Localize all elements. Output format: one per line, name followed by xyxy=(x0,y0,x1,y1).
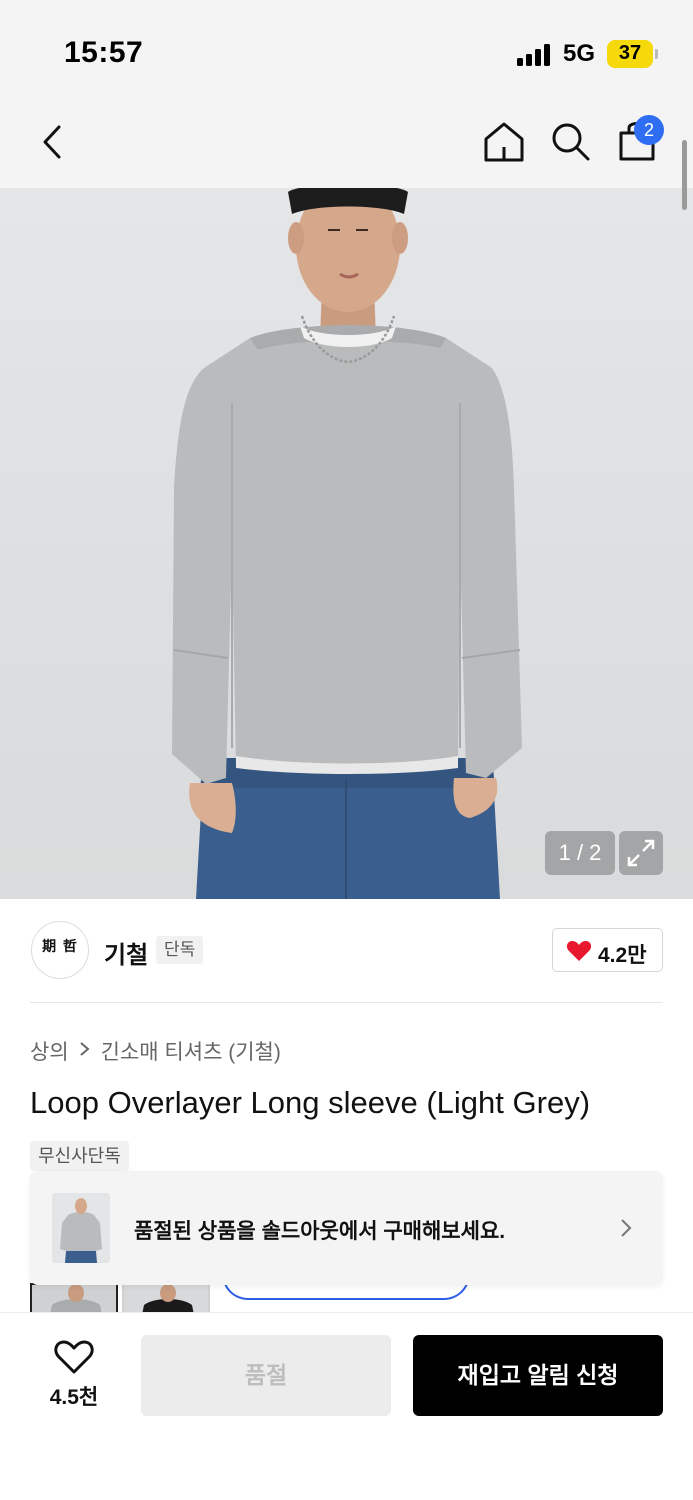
brand-name[interactable]: 기철 xyxy=(104,935,148,970)
heart-icon xyxy=(566,941,592,961)
status-time: 15:57 xyxy=(64,36,144,69)
soldout-toast[interactable]: 품절된 상품을 솔드아웃에서 구매해보세요. xyxy=(30,1171,663,1285)
battery-level: 37 xyxy=(618,42,642,64)
chevron-right-icon xyxy=(79,1041,90,1056)
toast-product-thumbnail xyxy=(52,1193,110,1263)
network-label: 5G xyxy=(563,40,596,67)
toast-message: 품절된 상품을 솔드아웃에서 구매해보세요. xyxy=(134,1220,506,1243)
chevron-left-icon xyxy=(43,125,61,159)
thumb-photo xyxy=(142,1285,194,1313)
signal-icon xyxy=(517,44,555,66)
home-button[interactable] xyxy=(482,118,526,166)
top-navigation xyxy=(0,100,693,188)
breadcrumb: 상의 긴소매 티셔츠 (기철) xyxy=(30,1036,281,1064)
search-button[interactable] xyxy=(548,118,592,166)
brand-like-button[interactable]: 4.2만 xyxy=(552,928,663,972)
breadcrumb-subcategory[interactable]: 긴소매 티셔츠 (기철) xyxy=(101,1036,281,1066)
brand-like-count: 4.2만 xyxy=(598,944,647,967)
bottom-action-bar: 4.5천 품절 재입고 알림 신청 xyxy=(0,1312,693,1500)
product-title: Loop Overlayer Long sleeve (Light Grey) xyxy=(30,1085,591,1120)
divider xyxy=(30,1002,663,1003)
expand-button[interactable] xyxy=(619,831,663,875)
battery-icon: 37 xyxy=(607,40,653,68)
expand-icon xyxy=(627,839,655,867)
status-bar: 15:57 5G 37 xyxy=(0,0,693,100)
soldout-button: 품절 xyxy=(141,1335,391,1416)
thumb-photo xyxy=(60,1198,102,1263)
image-page-counter: 1 / 2 xyxy=(545,831,615,875)
chevron-right-icon xyxy=(621,1219,632,1237)
brand-logo[interactable]: 期 哲 xyxy=(31,921,89,979)
product-image[interactable] xyxy=(0,188,693,899)
breadcrumb-category[interactable]: 상의 xyxy=(30,1036,69,1066)
brand-logo-text: 期 哲 xyxy=(42,939,78,955)
exclusive-tag: 무신사단독 xyxy=(30,1141,129,1171)
back-button[interactable] xyxy=(34,120,74,164)
product-photo xyxy=(172,188,522,899)
heart-outline-icon xyxy=(54,1340,94,1374)
thumb-photo xyxy=(50,1285,102,1313)
brand-exclusive-tag: 단독 xyxy=(156,936,204,964)
home-icon xyxy=(484,122,524,162)
search-icon xyxy=(552,123,590,161)
cart-count-badge: 2 xyxy=(634,115,664,145)
color-option-black[interactable] xyxy=(122,1283,210,1313)
wishlist-count: 4.5천 xyxy=(49,1386,99,1409)
restock-alert-button[interactable]: 재입고 알림 신청 xyxy=(413,1335,663,1416)
wishlist-button[interactable]: 4.5천 xyxy=(36,1335,112,1415)
color-option-light-grey[interactable] xyxy=(30,1283,118,1313)
scrollbar[interactable] xyxy=(682,140,687,210)
battery-tip xyxy=(655,49,658,59)
